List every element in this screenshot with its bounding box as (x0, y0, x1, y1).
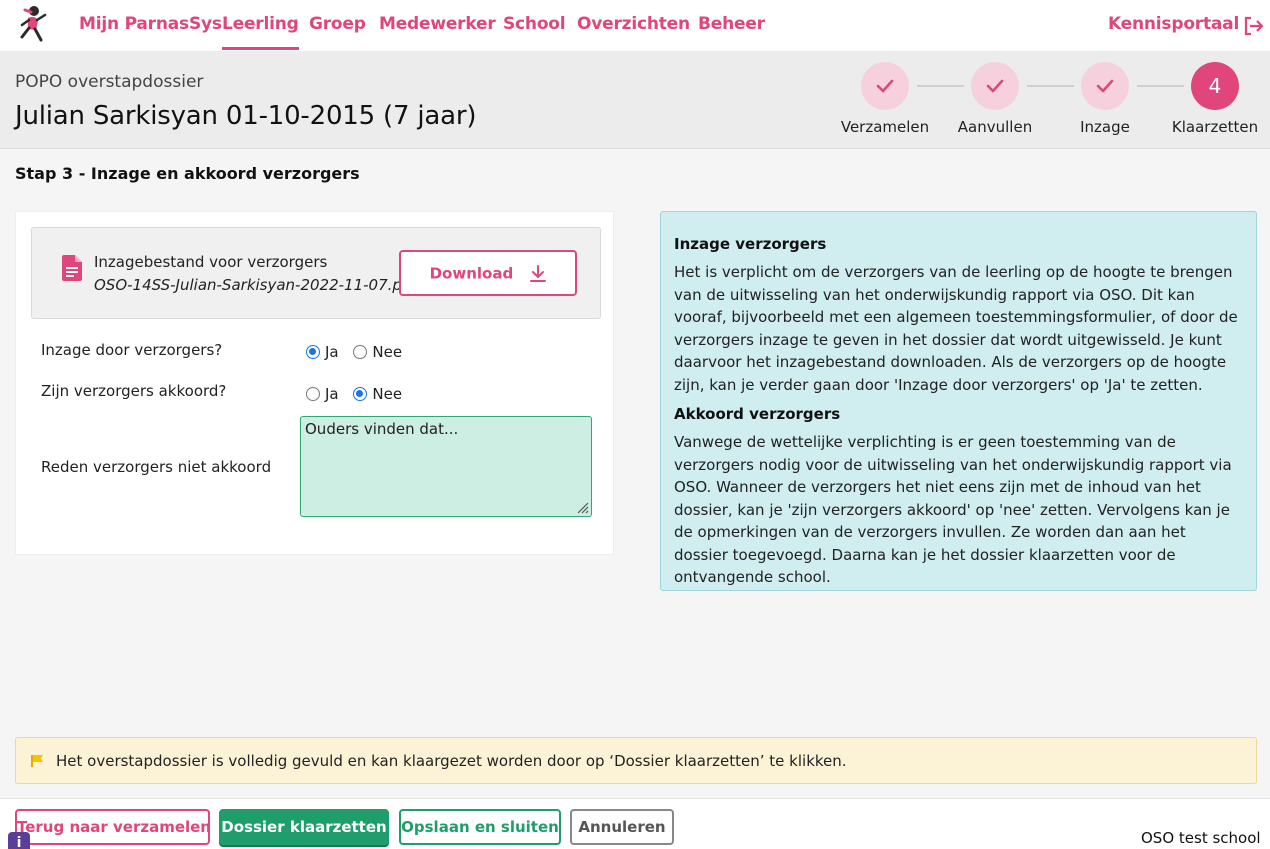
info-heading-akkoord: Akkoord verzorgers (674, 405, 841, 423)
nav-overzichten[interactable]: Overzichten (577, 14, 690, 34)
step-label-inzage: Inzage (1080, 118, 1130, 136)
info-icon[interactable]: i (8, 832, 30, 849)
inzage-ja-option[interactable]: Ja (306, 343, 339, 361)
parnassys-logo-icon[interactable] (14, 4, 50, 44)
cancel-button[interactable]: Annuleren (570, 809, 674, 845)
inzage-radio-group: Ja Nee (306, 343, 412, 361)
section-title: Stap 3 - Inzage en akkoord verzorgers (15, 164, 360, 183)
radio-unchecked[interactable] (353, 345, 368, 359)
page-subtitle: POPO overstapdossier (15, 72, 204, 92)
inzage-form-card: Inzagebestand voor verzorgers OSO-14SS-J… (15, 211, 614, 555)
radio-checked[interactable] (353, 387, 368, 401)
nav-groep[interactable]: Groep (309, 14, 366, 34)
status-alert: Het overstapdossier is volledig gevuld e… (15, 737, 1257, 784)
file-name: OSO-14SS-Julian-Sarkisyan-2022-11-07.pdf (94, 276, 417, 294)
radio-label-nee: Nee (372, 343, 403, 361)
nav-beheer[interactable]: Beheer (698, 14, 765, 34)
info-panel: Inzage verzorgers Het is verplicht om de… (660, 211, 1257, 591)
check-icon (876, 79, 894, 93)
nav-medewerker[interactable]: Medewerker (379, 14, 496, 34)
download-icon (530, 264, 547, 282)
file-document-icon (62, 255, 82, 281)
info-text-inzage: Het is verplicht om de verzorgers van de… (674, 263, 1238, 394)
reden-value: Ouders vinden dat... (305, 420, 459, 438)
akkoord-label: Zijn verzorgers akkoord? (41, 382, 227, 400)
step-label-klaarzetten: Klaarzetten (1171, 118, 1259, 136)
step-connector (1137, 85, 1184, 87)
akkoord-radio-group: Ja Nee (306, 385, 412, 403)
page-header: POPO overstapdossier Julian Sarkisyan 01… (0, 51, 1270, 149)
step-label-aanvullen: Aanvullen (957, 118, 1033, 136)
radio-label-nee: Nee (372, 385, 403, 403)
inzage-nee-option[interactable]: Nee (353, 343, 402, 361)
radio-label-ja: Ja (325, 343, 339, 361)
logout-icon[interactable] (1243, 16, 1265, 36)
file-label: Inzagebestand voor verzorgers (94, 253, 328, 271)
info-text-akkoord: Vanwege de wettelijke verplichting is er… (674, 433, 1232, 586)
nav-kennisportaal[interactable]: Kennisportaal (1108, 14, 1239, 34)
nav-mijn-parnassys[interactable]: Mijn ParnasSys (79, 14, 222, 34)
school-name: OSO test school (1141, 829, 1261, 847)
nav-leerling[interactable]: Leerling (222, 14, 299, 50)
back-to-verzamelen-button[interactable]: Terug naar verzamelen (15, 809, 211, 845)
akkoord-nee-option[interactable]: Nee (353, 385, 402, 403)
step-aanvullen-check[interactable] (971, 62, 1019, 110)
save-and-close-button[interactable]: Opslaan en sluiten (399, 809, 561, 845)
reden-label: Reden verzorgers niet akkoord (41, 458, 272, 476)
step-connector (1027, 85, 1074, 87)
step-connector (917, 85, 964, 87)
info-heading-inzage: Inzage verzorgers (674, 235, 827, 253)
step-verzamelen-check[interactable] (861, 62, 909, 110)
file-download-box: Inzagebestand voor verzorgers OSO-14SS-J… (31, 227, 601, 319)
dossier-klaarzetten-button[interactable]: Dossier klaarzetten (219, 809, 389, 845)
footer-bar: Terug naar verzamelen Dossier klaarzette… (0, 798, 1270, 849)
page-title: Julian Sarkisyan 01-10-2015 (7 jaar) (15, 101, 477, 131)
akkoord-ja-option[interactable]: Ja (306, 385, 339, 403)
step-label-verzamelen: Verzamelen (840, 118, 930, 136)
inzage-label: Inzage door verzorgers? (41, 341, 223, 359)
radio-checked[interactable] (306, 345, 320, 359)
step-klaarzetten-current[interactable]: 4 (1191, 62, 1239, 110)
step-inzage-check[interactable] (1081, 62, 1129, 110)
alert-text: Het overstapdossier is volledig gevuld e… (56, 752, 847, 770)
reden-textarea[interactable]: Ouders vinden dat... (300, 416, 592, 517)
check-icon (1096, 79, 1114, 93)
resize-grip-icon[interactable] (575, 500, 589, 514)
radio-unchecked[interactable] (306, 387, 320, 401)
nav-school[interactable]: School (503, 14, 566, 34)
download-label: Download (429, 264, 514, 283)
download-button[interactable]: Download (399, 250, 577, 296)
radio-label-ja: Ja (325, 385, 339, 403)
flag-icon (31, 755, 43, 767)
top-navigation: Mijn ParnasSys Leerling Groep Medewerker… (0, 0, 1270, 51)
check-icon (986, 79, 1004, 93)
